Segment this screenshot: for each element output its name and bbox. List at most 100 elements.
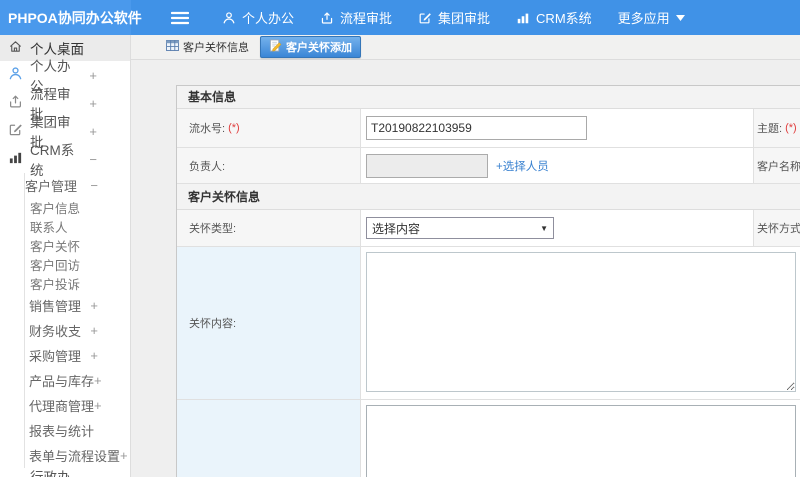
nav-more-apps[interactable]: 更多应用 <box>605 0 698 35</box>
owner-input[interactable] <box>366 153 488 178</box>
top-nav: 个人办公 流程审批 集团审批 CRM系统 更多应用 <box>131 0 698 35</box>
expand-plus-icon[interactable]: + <box>89 124 97 139</box>
care-type-field-cell: 选择内容 ▼ <box>361 210 753 246</box>
table-grid-icon <box>166 40 179 54</box>
sidebar-item-customer-mgmt[interactable]: 客户管理 − <box>4 173 130 198</box>
care-type-select[interactable]: 选择内容 ▼ <box>366 217 554 239</box>
care-content-textarea[interactable] <box>366 252 796 392</box>
nav-workflow-approval[interactable]: 流程审批 <box>307 0 405 35</box>
tab-label: 客户关怀添加 <box>286 42 352 54</box>
sidebar-item-customer-visit[interactable]: 客户回访 <box>25 255 130 274</box>
care-content-label: 关怀内容: <box>189 318 237 330</box>
care-type-label-cell: 关怀类型: <box>177 210 361 246</box>
sidebar-item-customer-info[interactable]: 客户信息 <box>25 198 130 217</box>
expand-plus-icon[interactable]: + <box>89 68 97 83</box>
care-method-label-cell: 关怀方式: <box>753 210 800 246</box>
group-approve-icon <box>418 11 432 25</box>
collapse-minus-icon[interactable]: − <box>90 178 98 193</box>
section-header-basic-info: 基本信息 <box>177 86 800 109</box>
sidebar-item-customer-care[interactable]: 客户关怀 <box>25 236 130 255</box>
care-method-label: 关怀方式: <box>757 223 800 235</box>
serial-input[interactable] <box>366 116 587 140</box>
edit-page-icon <box>269 39 282 55</box>
sidebar-item-reports-stats[interactable]: 报表与统计 <box>25 418 130 443</box>
form-row-extra-content <box>177 400 800 477</box>
expand-plus-icon[interactable]: + <box>90 298 98 313</box>
sidebar-item-label: 报表与统计 <box>29 424 95 439</box>
sidebar-item-label: 客户管理 <box>25 179 78 194</box>
hamburger-menu-icon[interactable] <box>171 11 189 25</box>
tab-customer-care-add[interactable]: 客户关怀添加 <box>260 36 361 58</box>
nav-label: 更多应用 <box>617 11 670 26</box>
serial-field-cell <box>361 109 753 147</box>
form-row-owner: 负责人: +选择人员 客户名称: (*) <box>177 148 800 184</box>
nav-label: 个人办公 <box>242 11 295 26</box>
care-content-field-cell <box>361 247 800 399</box>
group-approve-icon <box>8 122 23 140</box>
extra-content-textarea[interactable] <box>366 405 796 477</box>
bar-chart-icon <box>8 150 23 168</box>
sidebar-item-label: 客户投诉 <box>30 278 81 292</box>
workflow-approve-icon <box>320 11 334 25</box>
subject-label: 主题: <box>757 123 783 135</box>
sidebar-item-label: CRM系统 <box>30 143 75 178</box>
expand-plus-icon[interactable]: + <box>90 323 98 338</box>
sidebar-item-customer-complaint[interactable]: 客户投诉 <box>25 274 130 293</box>
owner-field-cell: +选择人员 <box>361 148 753 183</box>
nav-label: CRM系统 <box>536 11 592 26</box>
sidebar-item-label: 财务收支 <box>29 324 82 339</box>
customer-care-add-form: 基本信息 流水号: (*) 主题: (*) <box>176 85 800 477</box>
content-area: 基本信息 流水号: (*) 主题: (*) <box>131 60 800 477</box>
form-row-serial: 流水号: (*) 主题: (*) <box>177 109 800 148</box>
expand-plus-icon[interactable]: + <box>94 373 102 388</box>
nav-group-approval[interactable]: 集团审批 <box>405 0 503 35</box>
sidebar-item-label: 产品与库存 <box>29 374 95 389</box>
required-marker: (*) <box>785 122 797 134</box>
sidebar-item-agents-mgmt[interactable]: 代理商管理 + <box>25 393 130 418</box>
sidebar-item-sales-mgmt[interactable]: 销售管理 + <box>25 293 130 318</box>
serial-label: 流水号: <box>189 123 226 135</box>
sidebar-item-admin-office[interactable]: 行政办公 + <box>0 470 130 477</box>
sidebar-item-crm-system[interactable]: CRM系统 − <box>0 143 130 178</box>
expand-plus-icon[interactable]: + <box>90 348 98 363</box>
app-logo: PHPOA协同办公软件 <box>0 0 142 35</box>
sidebar-item-label: 表单与流程设置 <box>29 449 121 464</box>
form-row-care-content: 关怀内容: <box>177 247 800 400</box>
sidebar-item-label: 代理商管理 <box>29 399 95 414</box>
expand-plus-icon[interactable]: + <box>120 448 128 463</box>
collapse-minus-icon[interactable]: − <box>89 152 97 167</box>
nav-personal-office[interactable]: 个人办公 <box>209 0 307 35</box>
crm-submenu: 客户管理 − 客户信息 联系人 客户关怀 客户回访 客户投诉 销售管理 + 财务收… <box>24 173 130 468</box>
sidebar-item-label: 客户关怀 <box>30 240 81 254</box>
bar-chart-icon <box>516 11 530 25</box>
tab-customer-care-info[interactable]: 客户关怀信息 <box>160 37 255 57</box>
main-area: 客户关怀信息 客户关怀添加 基本信息 流水号: (*) T20190822103… <box>131 35 800 477</box>
expand-plus-icon[interactable]: + <box>94 398 102 413</box>
extra-content-label-cell <box>177 400 361 477</box>
nav-label: 集团审批 <box>438 11 491 26</box>
customer-name-label: 客户名称: <box>757 160 800 173</box>
nav-crm-system[interactable]: CRM系统 <box>503 0 605 35</box>
sidebar-item-finance[interactable]: 财务收支 + <box>25 318 130 343</box>
expand-plus-icon[interactable]: + <box>89 96 97 111</box>
sidebar-item-contacts[interactable]: 联系人 <box>25 217 130 236</box>
customer-name-label-cell: 客户名称: (*) <box>753 148 800 183</box>
care-content-label-cell: 关怀内容: <box>177 247 361 399</box>
sidebar-item-label: 客户回访 <box>30 259 81 273</box>
select-person-link[interactable]: +选择人员 <box>496 158 549 174</box>
nav-label: 流程审批 <box>340 11 393 26</box>
sidebar-item-label: 联系人 <box>30 221 68 235</box>
caret-down-icon: ▼ <box>540 223 548 233</box>
sidebar-item-forms-flow-settings[interactable]: 表单与流程设置 + <box>25 443 130 468</box>
required-marker: (*) <box>228 122 240 134</box>
sidebar-item-label: 销售管理 <box>29 299 82 314</box>
caret-down-icon <box>675 14 685 21</box>
owner-label-cell: 负责人: <box>177 148 361 183</box>
sidebar-item-label: 采购管理 <box>29 349 82 364</box>
extra-content-field-cell <box>361 400 800 477</box>
sidebar-item-label: 客户信息 <box>30 202 81 216</box>
subject-label-cell: 主题: (*) <box>753 109 800 147</box>
sidebar-item-purchase-mgmt[interactable]: 采购管理 + <box>25 343 130 368</box>
care-type-label: 关怀类型: <box>189 223 237 235</box>
sidebar-item-products-inventory[interactable]: 产品与库存 + <box>25 368 130 393</box>
